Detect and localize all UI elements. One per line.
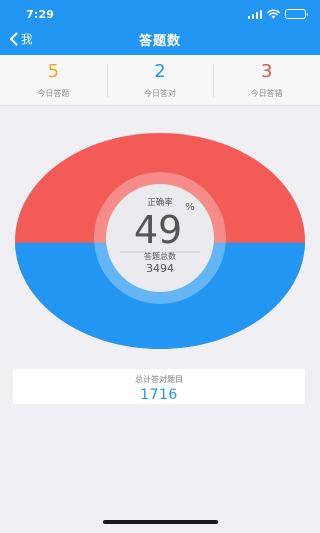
total-label: 总计答对题目: [135, 375, 183, 384]
status-icons: [247, 8, 308, 20]
home-indicator: [103, 520, 218, 524]
status-time: 7:29: [26, 8, 55, 21]
center-subvalue: 3494: [146, 262, 174, 275]
accuracy-donut-chart: 正确率 49 % 答题总数 3494: [0, 106, 320, 366]
today-stats: 5 今日答题 2 今日答对 3 今日答错: [0, 55, 320, 106]
cellular-signal-icon: [247, 9, 262, 19]
stat-label: 今日答错: [250, 89, 283, 98]
stat-value: 5: [47, 61, 60, 82]
center-subtitle: 答题总数: [144, 251, 176, 261]
stat-today-answered: 5 今日答题: [0, 55, 107, 105]
center-title: 正确率: [147, 197, 173, 208]
center-value: 49: [134, 208, 182, 252]
page-title: 答题数: [138, 34, 181, 49]
top-bar: 7:29 我 答题数: [0, 0, 320, 55]
stat-value: 2: [154, 61, 166, 82]
wifi-icon: [267, 9, 280, 19]
stat-value: 3: [260, 61, 273, 82]
battery-icon: [285, 9, 308, 19]
total-correct-card: 总计答对题目 1716: [13, 369, 305, 404]
stat-today-correct: 2 今日答对: [106, 55, 214, 105]
stat-today-wrong: 3 今日答错: [213, 55, 320, 105]
center-unit: %: [185, 202, 195, 213]
stat-label: 今日答对: [144, 89, 176, 98]
total-value: 1716: [140, 387, 178, 403]
stat-label: 今日答题: [37, 89, 70, 98]
